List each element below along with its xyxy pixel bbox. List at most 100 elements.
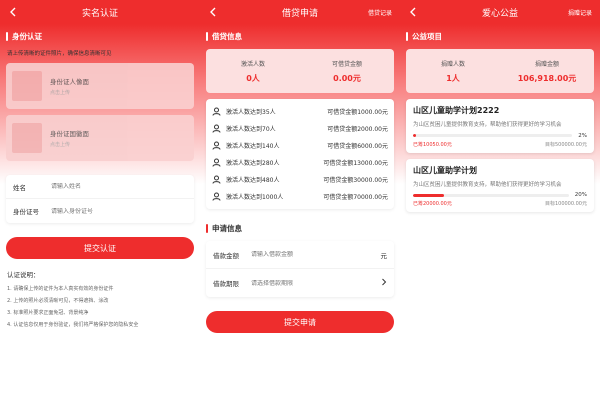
stat-donors: 捐赠人数 1人 — [406, 49, 500, 93]
form-row-term[interactable]: 借款期限 — [206, 269, 394, 297]
section-bar — [6, 32, 8, 41]
submit-auth-button[interactable]: 提交认证 — [6, 237, 194, 259]
project-progress: 20% — [413, 192, 587, 198]
tier-amount: 可借贷金额70000.00元 — [323, 194, 388, 201]
donation-records-link[interactable]: 捐赠记录 — [568, 8, 592, 17]
section-title: 申请信息 — [200, 209, 400, 239]
screen-real-name-auth: 实名认证 身份认证 请上传清晰的证件照片，确保信息清晰可见 身份证人像面 点击上… — [0, 0, 200, 400]
id-back-thumbnail — [12, 123, 42, 153]
list-item: 激活人数达到1000人 可借贷金额70000.00元 — [212, 188, 388, 205]
progress-fill — [413, 134, 417, 138]
tier-amount: 可借贷金额13000.00元 — [323, 160, 388, 167]
progress-percent: 20% — [574, 192, 587, 199]
header: 实名认证 — [0, 0, 200, 24]
stat-value: 0.00元 — [333, 73, 361, 83]
list-item: 激活人数达到35人 可借贷金额1000.00元 — [212, 103, 388, 120]
progress-track — [413, 134, 573, 138]
tier-label: 激活人数达到70人 — [226, 126, 276, 133]
tier-amount: 可借贷金额30000.00元 — [323, 177, 388, 184]
tier-label: 激活人数达到1000人 — [226, 194, 284, 201]
donation-stats: 捐赠人数 1人 捐赠金额 106,918.00元 — [406, 49, 594, 93]
upload-label: 身份证人像面 — [50, 78, 89, 86]
upload-id-back[interactable]: 身份证国徽面 点击上传 — [6, 115, 194, 161]
auth-notes: 认证说明： 1. 请确保上传的证件为本人真实有效的身份证件 2. 上传的照片必须… — [0, 259, 200, 328]
loan-tier-list: 激活人数达到35人 可借贷金额1000.00元 激活人数达到70人 可借贷金额2… — [206, 99, 394, 209]
project-progress: 2% — [413, 133, 587, 139]
upload-id-front[interactable]: 身份证人像面 点击上传 — [6, 63, 194, 109]
project-title: 山区儿童助学计划2222 — [413, 106, 500, 115]
stat-loan-amount: 可借贷金额 0.00元 — [300, 49, 394, 93]
back-icon[interactable] — [406, 5, 420, 19]
list-item: 激活人数达到140人 可借贷金额6000.00元 — [212, 137, 388, 154]
upload-label: 身份证国徽面 — [50, 130, 89, 138]
progress-percent: 2% — [578, 132, 587, 139]
list-item: 激活人数达到480人 可借贷金额30000.00元 — [212, 171, 388, 188]
id-number-label: 身份证号 — [13, 208, 39, 216]
upload-hint: 点击上传 — [50, 90, 71, 96]
form-row-amount: 借款金额 元 — [206, 241, 394, 269]
section-title-text: 身份认证 — [12, 32, 42, 41]
project-amounts: 已筹20000.00元 目标100000.00元 — [413, 200, 587, 207]
back-icon[interactable] — [6, 5, 20, 19]
header: 借贷申请 借贷记录 — [200, 0, 400, 24]
name-input[interactable] — [51, 183, 187, 190]
user-badge-icon — [212, 124, 221, 133]
project-description: 为山区贫困儿童提供教育支持，帮助他们获得更好的学习机会 — [413, 122, 562, 128]
tier-amount: 可借贷金额2000.00元 — [327, 126, 388, 133]
user-badge-icon — [212, 107, 221, 116]
stat-value: 1人 — [446, 73, 460, 83]
note-item: 4. 认证信息仅用于身份验证，我们将严格保护您的隐私安全 — [7, 322, 139, 328]
back-icon[interactable] — [206, 5, 220, 19]
upload-tip: 请上传清晰的证件照片，确保信息清晰可见 — [7, 51, 112, 57]
raised-amount: 已筹10050.00元 — [413, 141, 452, 148]
tier-label: 激活人数达到35人 — [226, 109, 276, 116]
project-card[interactable]: 山区儿童助学计划2222 为山区贫困儿童提供教育支持，帮助他们获得更好的学习机会… — [406, 99, 594, 153]
section-title-text: 公益项目 — [412, 32, 442, 41]
id-front-thumbnail — [12, 71, 42, 101]
raised-amount: 已筹20000.00元 — [413, 201, 452, 208]
target-amount: 目标500000.00元 — [544, 141, 587, 148]
loan-amount-input[interactable] — [251, 251, 381, 258]
loan-term-select[interactable] — [251, 279, 381, 287]
section-title: 身份认证 — [0, 24, 200, 47]
project-card[interactable]: 山区儿童助学计划 为山区贫困儿童提供教育支持，帮助他们获得更好的学习机会 20%… — [406, 158, 594, 213]
stat-label: 捐赠人数 — [440, 60, 465, 68]
tier-amount: 可借贷金额6000.00元 — [327, 143, 388, 150]
term-label: 借款期限 — [213, 280, 239, 288]
tier-label: 激活人数达到140人 — [226, 143, 280, 150]
page-title: 爱心公益 — [481, 8, 518, 19]
progress-track — [413, 193, 569, 197]
apply-form: 借款金额 元 借款期限 — [206, 241, 394, 297]
stat-activated: 激活人数 0人 — [206, 49, 300, 93]
header: 爱心公益 捐赠记录 — [400, 0, 600, 24]
section-bar — [206, 224, 208, 233]
progress-fill — [413, 193, 445, 197]
section-title-text: 申请信息 — [212, 224, 242, 233]
loan-records-link[interactable]: 借贷记录 — [368, 8, 392, 17]
page-title: 借贷申请 — [281, 8, 318, 19]
submit-application-button[interactable]: 提交申请 — [206, 311, 394, 333]
identity-form: 姓名 身份证号 — [6, 175, 194, 223]
target-amount: 目标100000.00元 — [544, 201, 587, 208]
note-item: 3. 标准照片要求正面免冠、背景纯净 — [7, 310, 89, 316]
user-badge-icon — [212, 141, 221, 150]
upload-hint: 点击上传 — [50, 142, 71, 148]
amount-label: 借款金额 — [213, 251, 239, 260]
section-title: 借贷信息 — [200, 24, 400, 47]
tier-label: 激活人数达到480人 — [226, 177, 280, 184]
project-description: 为山区贫困儿童提供教育支持，帮助他们获得更好的学习机会 — [413, 181, 562, 188]
stat-label: 激活人数 — [240, 60, 265, 68]
tier-amount: 可借贷金额1000.00元 — [327, 109, 388, 116]
section-title-text: 借贷信息 — [212, 32, 242, 41]
notes-title: 认证说明： — [7, 271, 40, 279]
screen-charity: 爱心公益 捐赠记录 公益项目 捐赠人数 1人 捐赠金额 106,918.00元 … — [400, 0, 600, 400]
note-item: 2. 上传的照片必须清晰可见，不得遮挡、涂改 — [7, 298, 109, 304]
user-badge-icon — [212, 175, 221, 184]
project-amounts: 已筹10050.00元 目标500000.00元 — [413, 141, 587, 148]
id-number-input[interactable] — [51, 207, 187, 215]
loan-stats: 激活人数 0人 可借贷金额 0.00元 — [206, 49, 394, 93]
form-row-name: 姓名 — [6, 175, 194, 199]
stat-label: 可借贷金额 — [331, 60, 362, 68]
stat-donation-amount: 捐赠金额 106,918.00元 — [500, 49, 594, 93]
stat-value: 106,918.00元 — [517, 73, 577, 83]
